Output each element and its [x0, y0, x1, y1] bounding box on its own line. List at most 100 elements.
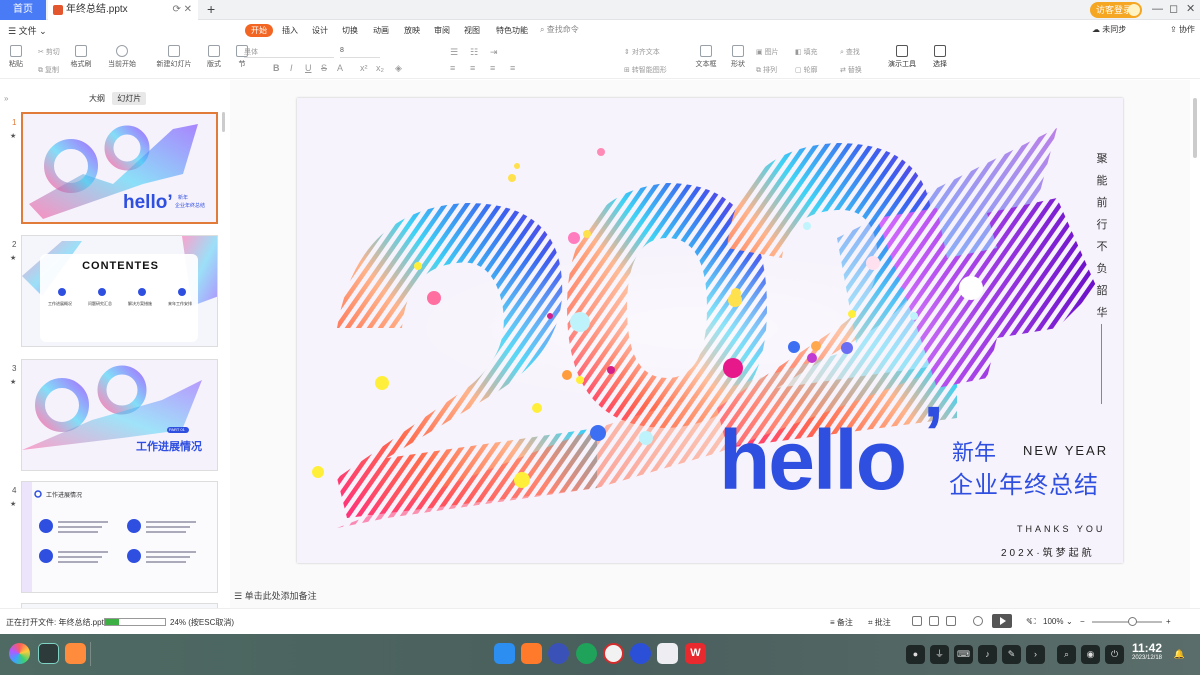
command-search[interactable]: ⌕ 查找命令 — [540, 24, 579, 35]
chat-icon[interactable] — [576, 643, 597, 664]
search-icon[interactable]: ⌕ — [1057, 645, 1076, 664]
slide-subtitle[interactable]: 企业年终总结 — [949, 465, 1099, 500]
justify-button[interactable]: ≡ — [510, 63, 515, 73]
normal-view-icon[interactable] — [912, 616, 922, 626]
security-icon[interactable] — [603, 643, 624, 664]
document-tab[interactable]: 年终总结.pptx ⟳ ✕ — [48, 0, 198, 20]
font-family-select[interactable]: 黑体 — [244, 47, 334, 58]
bullets-button[interactable]: ☰ — [450, 47, 458, 58]
tab-view[interactable]: 视图 — [464, 24, 480, 37]
tab-animation[interactable]: 动画 — [373, 24, 389, 37]
arrange-button[interactable]: ⧉ 排列 — [756, 65, 777, 75]
play-from-current-button[interactable]: 当前开始 — [104, 45, 140, 69]
panel-scrollbar[interactable] — [222, 112, 225, 132]
slide-thumbnail-2[interactable]: CONTENTES 工作进展概况 问题研究汇总 解决方案措施 来年工作安排 — [21, 235, 218, 347]
slide-editing-area[interactable]: hello’ 新年 NEW YEAR 企业年终总结 THANKS YOU 202… — [230, 80, 1190, 608]
indent-button[interactable]: ⇥ — [490, 47, 498, 58]
power-icon[interactable]: ⏻ — [1105, 645, 1124, 664]
slide-hello-title[interactable]: hello’ — [719, 392, 944, 503]
play-slideshow-button[interactable] — [992, 614, 1012, 628]
paste-button[interactable]: 粘贴 — [6, 45, 26, 69]
home-tab[interactable]: 首页 — [0, 0, 46, 20]
coin-icon[interactable]: ● — [906, 645, 925, 664]
bold-button[interactable]: B — [273, 63, 280, 73]
settings-gear-icon[interactable] — [548, 643, 569, 664]
highlight-button[interactable]: ◈ — [395, 63, 402, 74]
taskbar-clock[interactable]: 11:42 2023/12/18 — [1129, 641, 1165, 661]
font-color-button[interactable]: A — [337, 63, 343, 73]
numbering-button[interactable]: ☷ — [470, 47, 478, 58]
tab-design[interactable]: 设计 — [312, 24, 328, 37]
fill-button[interactable]: ◧ 填充 — [795, 47, 818, 57]
new-tab-button[interactable]: + — [207, 0, 215, 19]
replace-button[interactable]: ⇄ 替换 — [840, 65, 862, 75]
underline-button[interactable]: U — [305, 63, 312, 73]
tab-start[interactable]: 开始 — [245, 24, 273, 37]
tab-special-features[interactable]: 特色功能 — [496, 24, 528, 37]
tab-transition[interactable]: 切换 — [342, 24, 358, 37]
find-button[interactable]: ⌕ 查找 — [840, 47, 860, 57]
reading-view-icon[interactable] — [946, 616, 956, 626]
align-text-button[interactable]: ⇕ 对齐文本 — [624, 47, 660, 57]
volume-icon[interactable]: ♪ — [978, 645, 997, 664]
network-icon[interactable]: ◉ — [1081, 645, 1100, 664]
current-slide[interactable]: hello’ 新年 NEW YEAR 企业年终总结 THANKS YOU 202… — [297, 98, 1123, 563]
select-button[interactable]: 选择 — [928, 45, 952, 69]
keyboard-icon[interactable]: ⌨ — [954, 645, 973, 664]
collaborate-button[interactable]: ⇪ 协作 — [1170, 24, 1195, 35]
new-slide-button[interactable]: 新建幻灯片 — [154, 45, 194, 69]
maximize-button[interactable]: ◻ — [1169, 0, 1178, 19]
notes-area[interactable]: ☰ 单击此处添加备注 — [234, 589, 317, 602]
file-menu[interactable]: ☰ 文件 ⌄ — [8, 24, 47, 37]
outline-button[interactable]: ▢ 轮廓 — [795, 65, 818, 75]
strikethrough-button[interactable]: S — [321, 63, 327, 73]
cut-button[interactable]: ✂ 剪切 — [38, 47, 60, 57]
tab-review[interactable]: 审阅 — [434, 24, 450, 37]
zoom-out-button[interactable]: − — [1080, 617, 1085, 626]
app-store-icon[interactable] — [494, 643, 515, 664]
align-right-button[interactable]: ≡ — [490, 63, 495, 73]
close-window-button[interactable]: ✕ — [1186, 0, 1195, 19]
vertical-scrollbar[interactable] — [1190, 80, 1200, 608]
terminal-icon[interactable] — [38, 643, 59, 664]
hand-icon[interactable] — [973, 616, 983, 626]
slide-thumbnail-1[interactable]: hello’ 新年 企业年终总结 — [21, 112, 218, 224]
tagline-text[interactable]: 202X·筑梦起航 — [1001, 544, 1095, 559]
layout-button[interactable]: 版式 — [204, 45, 224, 69]
zoom-dropdown-icon[interactable]: ⌄ — [1066, 617, 1073, 626]
new-year-english[interactable]: NEW YEAR — [1023, 443, 1108, 458]
slide-thumbnail-4[interactable]: 工作进展情况 — [21, 481, 218, 593]
font-size-select[interactable]: 8 — [340, 47, 380, 58]
notification-bell-icon[interactable]: 🔔 — [1170, 645, 1189, 664]
pen-icon[interactable]: ✎ — [1002, 645, 1021, 664]
zoom-slider[interactable] — [1092, 621, 1162, 623]
zoom-fit-icon[interactable]: ⛶ — [1030, 617, 1036, 627]
tab-slides[interactable]: 幻灯片 — [112, 92, 147, 105]
picture-button[interactable]: ▣ 图片 — [756, 47, 779, 57]
wps-office-icon[interactable]: W — [685, 643, 706, 664]
tab-close-icon[interactable]: ⟳ ✕ — [172, 0, 192, 20]
collapse-panel-icon[interactable]: » — [4, 94, 8, 103]
tab-insert[interactable]: 插入 — [282, 24, 298, 37]
tab-outline[interactable]: 大纲 — [84, 92, 110, 105]
smart-shape-button[interactable]: ⊞ 转智能图形 — [624, 65, 667, 75]
new-year-chinese[interactable]: 新年 — [952, 435, 996, 467]
notes-toggle-button[interactable]: ≡ 备注 — [830, 617, 853, 628]
thanks-text[interactable]: THANKS YOU — [1017, 524, 1105, 534]
visitor-login-button[interactable]: 访客登录 — [1090, 2, 1142, 18]
presenter-tools-button[interactable]: 演示工具 — [884, 45, 920, 69]
subscript-button[interactable]: x₂ — [376, 63, 384, 73]
multitask-icon[interactable] — [65, 643, 86, 664]
camera-icon[interactable] — [657, 643, 678, 664]
superscript-button[interactable]: x² — [360, 63, 368, 73]
usb-icon[interactable]: ⏚ — [930, 645, 949, 664]
slide-thumbnail-3[interactable]: PART 01 工作进展情况 — [21, 359, 218, 471]
calendar-icon[interactable] — [521, 643, 542, 664]
zoom-slider-knob[interactable] — [1128, 617, 1137, 626]
zoom-in-button[interactable]: + — [1166, 617, 1171, 626]
align-center-button[interactable]: ≡ — [470, 63, 475, 73]
zoom-level[interactable]: 100% — [1043, 617, 1063, 626]
align-left-button[interactable]: ≡ — [450, 63, 455, 73]
launcher-icon[interactable] — [9, 643, 30, 664]
textbox-button[interactable]: 文本框 — [692, 45, 720, 69]
